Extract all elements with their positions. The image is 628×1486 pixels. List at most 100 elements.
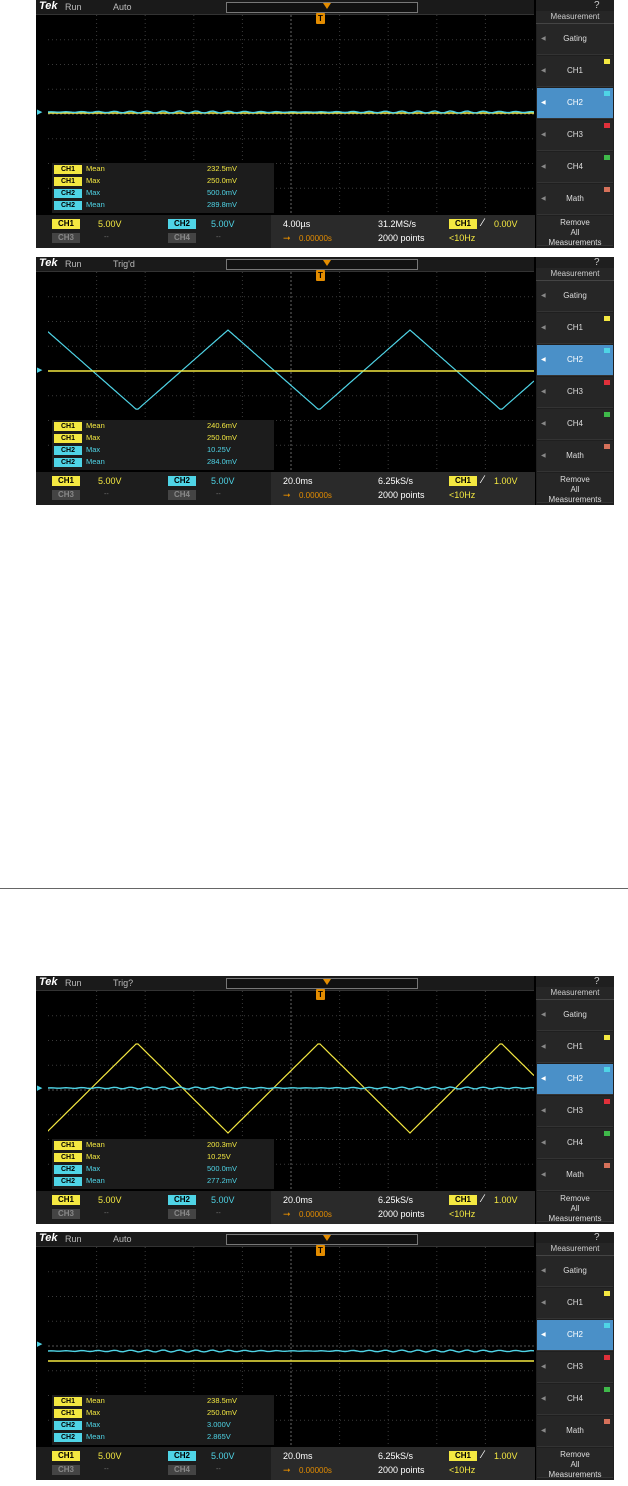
trigger-marker-icon[interactable]: T bbox=[316, 989, 325, 1000]
help-icon[interactable]: ? bbox=[594, 976, 600, 987]
ch2-badge[interactable]: CH2 bbox=[168, 476, 196, 486]
side-menu-ch4[interactable]: ◀ CH4 bbox=[537, 152, 613, 183]
timebase[interactable]: 20.0ms bbox=[283, 476, 313, 486]
ch3-badge[interactable]: CH3 bbox=[52, 233, 80, 243]
side-menu-gating[interactable]: ◀ Gating bbox=[537, 24, 613, 55]
horizontal-delay[interactable]: 0.00000s bbox=[299, 234, 332, 244]
horizontal-delay[interactable]: 0.00000s bbox=[299, 1466, 332, 1476]
ch3-badge[interactable]: CH3 bbox=[52, 490, 80, 500]
measurement-row[interactable]: CH2 Max 500.0mV bbox=[52, 1163, 274, 1175]
ch4-badge[interactable]: CH4 bbox=[168, 233, 196, 243]
trigger-marker-icon[interactable]: T bbox=[316, 270, 325, 281]
ch1-badge[interactable]: CH1 bbox=[52, 476, 80, 486]
measurement-row[interactable]: CH1 Max 250.0mV bbox=[52, 175, 274, 187]
ch4-badge[interactable]: CH4 bbox=[168, 1209, 196, 1219]
remove-all-measurements-button[interactable]: Remove All Measurements bbox=[537, 473, 613, 504]
run-status[interactable]: Run bbox=[65, 1232, 82, 1246]
horizontal-delay[interactable]: 0.00000s bbox=[299, 1210, 332, 1220]
ch2-scale[interactable]: 5.00V bbox=[211, 1195, 235, 1205]
horizontal-delay[interactable]: 0.00000s bbox=[299, 491, 332, 501]
ch1-badge[interactable]: CH1 bbox=[52, 1451, 80, 1461]
measurement-row[interactable]: CH2 Max 500.0mV bbox=[52, 187, 274, 199]
run-status[interactable]: Run bbox=[65, 0, 82, 14]
side-menu-ch2[interactable]: ◀ CH2 bbox=[537, 1064, 613, 1095]
ch2-scale[interactable]: 5.00V bbox=[211, 476, 235, 486]
horizontal-trigger-panel[interactable]: 20.0ms ➞ 0.00000s 6.25kS/s 2000 points CH1 ∕ 1.… bbox=[271, 1191, 535, 1224]
side-menu-ch4[interactable]: ◀ CH4 bbox=[537, 1128, 613, 1159]
measurement-row[interactable]: CH1 Mean 240.6mV bbox=[52, 420, 274, 432]
side-menu-ch4[interactable]: ◀ CH4 bbox=[537, 1384, 613, 1415]
trigger-marker-icon[interactable]: T bbox=[316, 1245, 325, 1256]
side-menu-math[interactable]: ◀ Math bbox=[537, 1160, 613, 1191]
measurement-row[interactable]: CH2 Mean 2.865V bbox=[52, 1431, 274, 1443]
ch4-badge[interactable]: CH4 bbox=[168, 1465, 196, 1475]
ch2-badge[interactable]: CH2 bbox=[168, 1195, 196, 1205]
side-menu-ch3[interactable]: ◀ CH3 bbox=[537, 1096, 613, 1127]
ch2-level-marker-icon[interactable]: ▶ bbox=[37, 366, 47, 374]
side-menu-ch2[interactable]: ◀ CH2 bbox=[537, 88, 613, 119]
trigger-source-badge[interactable]: CH1 bbox=[449, 476, 477, 486]
timebase[interactable]: 20.0ms bbox=[283, 1451, 313, 1461]
ch2-badge[interactable]: CH2 bbox=[168, 1451, 196, 1461]
ch1-badge[interactable]: CH1 bbox=[52, 1195, 80, 1205]
ch1-scale[interactable]: 5.00V bbox=[98, 1451, 122, 1461]
side-menu-gating[interactable]: ◀ Gating bbox=[537, 1000, 613, 1031]
horizontal-trigger-panel[interactable]: 4.00µs ➞ 0.00000s 31.2MS/s 2000 points CH1 ∕ 0.… bbox=[271, 215, 535, 248]
ch3-badge[interactable]: CH3 bbox=[52, 1209, 80, 1219]
measurement-row[interactable]: CH2 Mean 277.2mV bbox=[52, 1175, 274, 1187]
ch2-level-marker-icon[interactable]: ▶ bbox=[37, 1340, 47, 1348]
record-view-bar[interactable] bbox=[226, 1234, 418, 1245]
record-view-bar[interactable] bbox=[226, 259, 418, 270]
side-menu-math[interactable]: ◀ Math bbox=[537, 1416, 613, 1447]
measurement-row[interactable]: CH2 Mean 289.8mV bbox=[52, 199, 274, 211]
ch1-scale[interactable]: 5.00V bbox=[98, 1195, 122, 1205]
ch1-scale[interactable]: 5.00V bbox=[98, 219, 122, 229]
ch1-scale[interactable]: 5.00V bbox=[98, 476, 122, 486]
side-menu-gating[interactable]: ◀ Gating bbox=[537, 1256, 613, 1287]
side-menu-math[interactable]: ◀ Math bbox=[537, 184, 613, 215]
measurement-row[interactable]: CH2 Mean 284.0mV bbox=[52, 456, 274, 468]
remove-all-measurements-button[interactable]: Remove All Measurements bbox=[537, 216, 613, 247]
help-icon[interactable]: ? bbox=[594, 257, 600, 268]
help-icon[interactable]: ? bbox=[594, 0, 600, 11]
ch4-badge[interactable]: CH4 bbox=[168, 490, 196, 500]
help-icon[interactable]: ? bbox=[594, 1232, 600, 1243]
side-menu-math[interactable]: ◀ Math bbox=[537, 441, 613, 472]
remove-all-measurements-button[interactable]: Remove All Measurements bbox=[537, 1448, 613, 1479]
measurement-row[interactable]: CH2 Max 3.000V bbox=[52, 1419, 274, 1431]
side-menu-ch1[interactable]: ◀ CH1 bbox=[537, 313, 613, 344]
trigger-marker-icon[interactable]: T bbox=[316, 13, 325, 24]
timebase[interactable]: 20.0ms bbox=[283, 1195, 313, 1205]
trigger-level[interactable]: 1.00V bbox=[494, 1195, 518, 1205]
side-menu-ch3[interactable]: ◀ CH3 bbox=[537, 120, 613, 151]
record-view-bar[interactable] bbox=[226, 2, 418, 13]
side-menu-ch2[interactable]: ◀ CH2 bbox=[537, 345, 613, 376]
ch3-badge[interactable]: CH3 bbox=[52, 1465, 80, 1475]
measurement-row[interactable]: CH2 Max 10.25V bbox=[52, 444, 274, 456]
horizontal-trigger-panel[interactable]: 20.0ms ➞ 0.00000s 6.25kS/s 2000 points CH1 ∕ 1.… bbox=[271, 1447, 535, 1480]
run-status[interactable]: Run bbox=[65, 257, 82, 271]
horizontal-trigger-panel[interactable]: 20.0ms ➞ 0.00000s 6.25kS/s 2000 points CH1 ∕ 1.… bbox=[271, 472, 535, 505]
timebase[interactable]: 4.00µs bbox=[283, 219, 310, 229]
trigger-source-badge[interactable]: CH1 bbox=[449, 1195, 477, 1205]
trigger-source-badge[interactable]: CH1 bbox=[449, 1451, 477, 1461]
ch2-level-marker-icon[interactable]: ▶ bbox=[37, 1084, 47, 1092]
trigger-level[interactable]: 1.00V bbox=[494, 476, 518, 486]
side-menu-ch4[interactable]: ◀ CH4 bbox=[537, 409, 613, 440]
record-view-bar[interactable] bbox=[226, 978, 418, 989]
ch1-badge[interactable]: CH1 bbox=[52, 219, 80, 229]
trigger-level[interactable]: 1.00V bbox=[494, 1451, 518, 1461]
measurement-row[interactable]: CH1 Max 250.0mV bbox=[52, 432, 274, 444]
side-menu-ch1[interactable]: ◀ CH1 bbox=[537, 1288, 613, 1319]
side-menu-ch1[interactable]: ◀ CH1 bbox=[537, 56, 613, 87]
measurement-row[interactable]: CH1 Max 10.25V bbox=[52, 1151, 274, 1163]
measurement-row[interactable]: CH1 Max 250.0mV bbox=[52, 1407, 274, 1419]
trigger-level[interactable]: 0.00V bbox=[494, 219, 518, 229]
ch2-scale[interactable]: 5.00V bbox=[211, 1451, 235, 1461]
ch2-badge[interactable]: CH2 bbox=[168, 219, 196, 229]
side-menu-ch3[interactable]: ◀ CH3 bbox=[537, 1352, 613, 1383]
ch2-scale[interactable]: 5.00V bbox=[211, 219, 235, 229]
side-menu-ch1[interactable]: ◀ CH1 bbox=[537, 1032, 613, 1063]
remove-all-measurements-button[interactable]: Remove All Measurements bbox=[537, 1192, 613, 1223]
measurement-row[interactable]: CH1 Mean 238.5mV bbox=[52, 1395, 274, 1407]
